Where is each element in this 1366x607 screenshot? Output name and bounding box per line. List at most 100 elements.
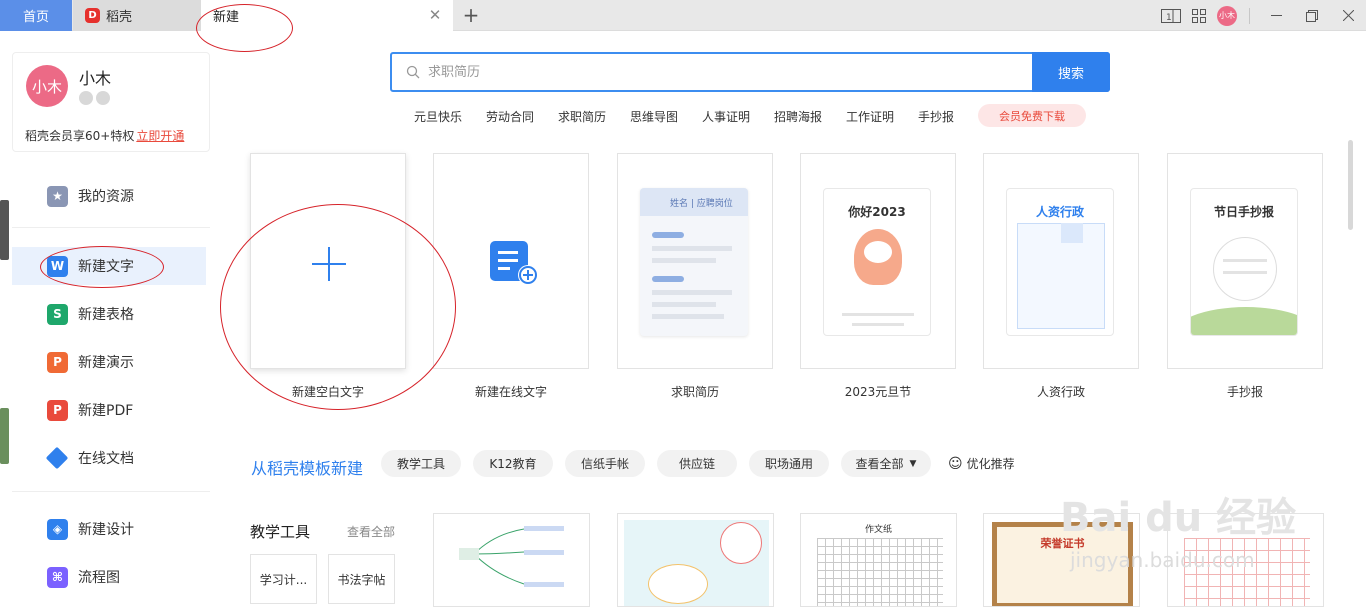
category-chip[interactable]: K12教育 [473,450,553,477]
sidebar-item-my-resources[interactable]: ★ 我的资源 [12,177,206,215]
tab-home[interactable]: 首页 [0,0,72,31]
edu-item[interactable]: 学习计... [250,554,317,604]
hot-tag[interactable]: 元旦快乐 [414,108,462,125]
chevron-down-icon: ▼ [909,458,917,469]
daoke-logo-icon: D [85,8,100,23]
category-chip[interactable]: 职场通用 [749,450,829,477]
sidebar-item-label: 新建设计 [78,522,134,538]
template-thumbnail[interactable] [617,513,774,607]
template-section-title: 从稻壳模板新建 [251,459,364,478]
left-edge-handle [0,200,9,260]
divider [1249,7,1250,24]
spreadsheet-icon: S [47,303,68,325]
view-all-dropdown[interactable]: 查看全部 ▼ [841,450,931,477]
card-label: 求职简历 [670,385,719,399]
edu-tools-title: 教学工具 [250,523,311,541]
search-button[interactable]: 搜索 [1032,52,1110,92]
hot-tag[interactable]: 招聘海报 [774,108,822,125]
restore-icon[interactable] [1294,0,1330,31]
handwritten-paper-template-card[interactable]: 节日手抄报 [1167,153,1323,369]
online-doc-icon [490,241,538,285]
new-online-doc-card[interactable] [433,153,589,369]
svg-text:1: 1 [1166,13,1172,23]
optimize-recommend-button[interactable]: ☺ 优化推荐 [948,455,1015,472]
sidebar-item-label: 新建演示 [78,355,134,371]
left-edge-handle [0,408,9,464]
star-icon: ★ [47,185,68,207]
vip-download-badge[interactable]: 会员免费下载 [978,104,1086,127]
badge-icon [96,91,110,105]
sidebar-item-label: 在线文档 [78,451,134,467]
mindmap-preview [459,526,564,587]
flowchart-icon: ⌘ [47,566,68,588]
pdf-icon: P [47,399,68,421]
hot-tag[interactable]: 劳动合同 [486,108,534,125]
hot-tag[interactable]: 思维导图 [630,108,678,125]
sidebar-item-new-presentation[interactable]: P 新建演示 [12,343,206,381]
sidebar-item-new-spreadsheet[interactable]: S 新建表格 [12,295,206,333]
avatar[interactable]: 小木 [26,65,68,107]
kids-paper-preview [624,520,769,606]
template-thumbnail[interactable] [433,513,590,607]
grid-apps-icon[interactable] [1185,0,1213,31]
newyear-template-card[interactable]: 你好2023 [800,153,956,369]
badge-icon [79,91,93,105]
hr-title: 人资行政 [1035,205,1084,219]
tab-daoke-label: 稻壳 [106,10,133,25]
window-controls: 1 小木 [1157,0,1366,31]
add-tab-button[interactable]: + [460,4,482,26]
divider [12,227,210,228]
sidebar-item-flowchart[interactable]: ⌘ 流程图 [12,558,206,596]
vip-open-link[interactable]: 立即开通 [136,129,184,143]
close-window-icon[interactable] [1330,0,1366,31]
paper-title: 节日手抄报 [1213,205,1274,219]
hr-admin-template-card[interactable]: 人资行政 [983,153,1139,369]
watermark: Bai du 经验 [1060,495,1297,541]
edu-item[interactable]: 书法字帖 [328,554,395,604]
annotation-ellipse [40,246,164,288]
paper-preview: 节日手抄报 [1190,188,1298,336]
resume-template-card[interactable]: 姓名 | 应聘岗位 [617,153,773,369]
hot-tag[interactable]: 人事证明 [702,108,750,125]
sidebar-item-label: 新建表格 [78,307,134,323]
avatar: 小木 [1217,5,1237,26]
card-label: 2023元旦节 [844,385,912,399]
card-label: 新建在线文字 [474,385,547,399]
resume-preview: 姓名 | 应聘岗位 [640,188,748,336]
category-chip[interactable]: 信纸手帐 [565,450,645,477]
hot-tag[interactable]: 手抄报 [918,108,954,125]
user-name: 小木 [79,69,112,88]
card-label: 手抄报 [1226,385,1263,399]
template-search: 搜索 [390,52,1110,92]
search-input[interactable] [392,54,1032,90]
vip-promo-text: 稻壳会员享60+特权 [25,129,135,143]
cloud-doc-icon [45,446,69,470]
newyear-preview: 你好2023 [823,188,931,336]
scrollbar[interactable] [1348,140,1353,230]
minimize-icon[interactable] [1258,0,1294,31]
card-label: 人资行政 [1036,385,1085,399]
sidebar-item-new-pdf[interactable]: P 新建PDF [12,391,206,429]
sidebar-item-label: 新建PDF [78,403,134,419]
resume-header: 姓名 | 应聘岗位 [640,188,748,216]
category-chip[interactable]: 供应链 [657,450,737,477]
tab-daoke[interactable]: D 稻壳 [73,0,201,31]
watermark-url: jingyan.baidu.com [1070,548,1255,572]
sidebar: 小木 小木 稻壳会员享60+特权 立即开通 ★ 我的资源 W 新建文字 S 新建表… [0,31,222,607]
category-chip[interactable]: 教学工具 [381,450,461,477]
close-tab-icon[interactable]: ✕ [427,7,443,23]
user-avatar-button[interactable]: 小木 [1213,0,1241,31]
sidebar-item-online-doc[interactable]: 在线文档 [12,439,206,477]
template-thumbnail[interactable]: 作文纸 [800,513,957,607]
hot-tag[interactable]: 工作证明 [846,108,894,125]
edu-view-all-link[interactable]: 查看全部 [347,523,395,540]
sidebar-item-label: 流程图 [78,570,120,586]
grid-paper-preview [817,538,943,606]
sidebar-item-new-design[interactable]: ◈ 新建设计 [12,510,206,548]
window-layout-icon[interactable]: 1 [1157,0,1185,31]
hot-tag[interactable]: 求职简历 [558,108,606,125]
chip-label: 查看全部 [855,457,904,471]
profile-card: 小木 小木 稻壳会员享60+特权 立即开通 [12,52,210,152]
user-badges [79,91,110,105]
newyear-title: 你好2023 [848,205,906,219]
